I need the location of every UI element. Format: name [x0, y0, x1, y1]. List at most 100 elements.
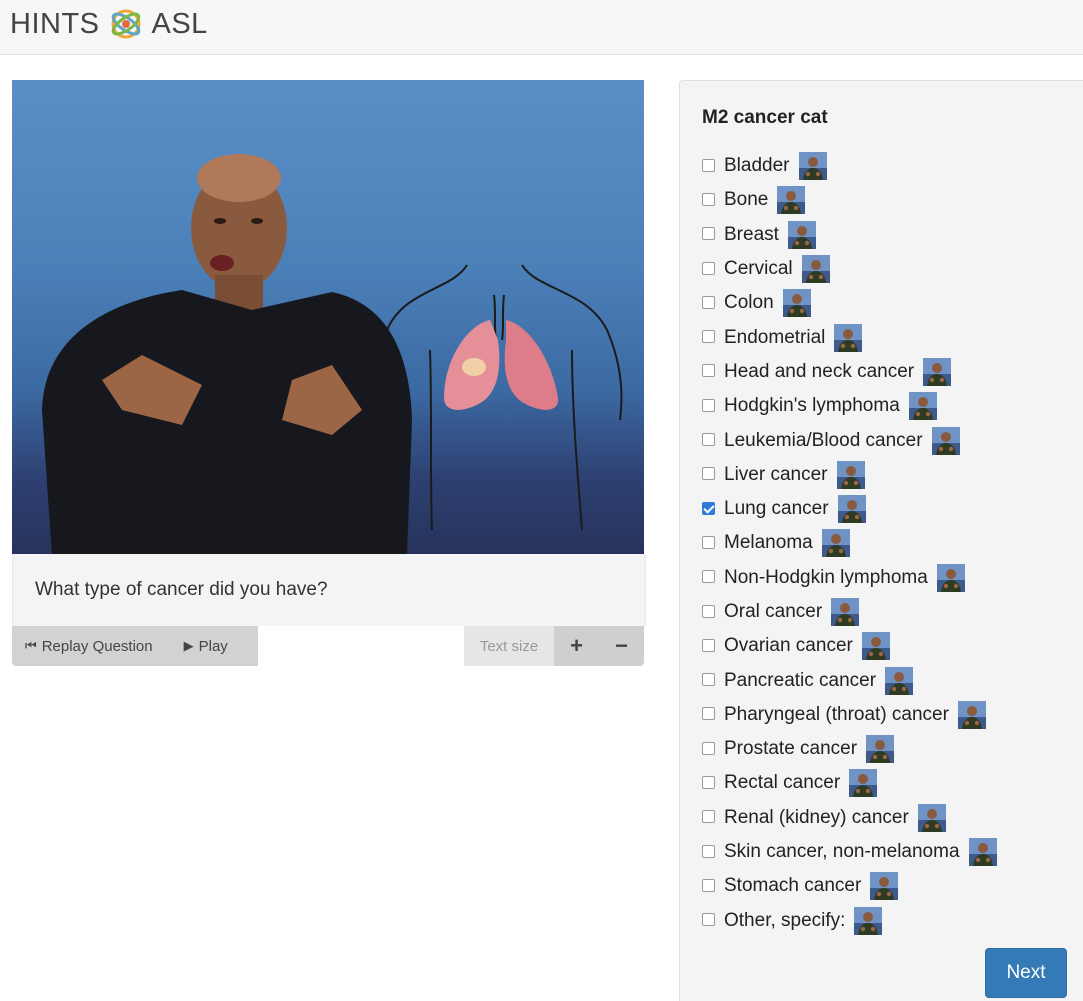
- option-label[interactable]: Hodgkin's lymphoma: [724, 395, 900, 417]
- asl-sign-video-icon[interactable]: [957, 700, 986, 729]
- option-checkbox[interactable]: [702, 913, 715, 927]
- asl-sign-video-icon[interactable]: [831, 598, 860, 626]
- option-checkbox[interactable]: [702, 192, 715, 206]
- brand-logo-link[interactable]: HINTS ASL: [10, 6, 208, 42]
- option-row[interactable]: Liver cancer: [702, 458, 997, 492]
- option-row[interactable]: Bone: [702, 183, 997, 217]
- option-row[interactable]: Prostate cancer: [702, 732, 997, 766]
- option-label[interactable]: Stomach cancer: [724, 875, 861, 897]
- asl-sign-video-icon[interactable]: [798, 152, 827, 181]
- option-label[interactable]: Other, specify:: [724, 910, 845, 932]
- option-label[interactable]: Cervical: [724, 258, 793, 280]
- option-checkbox[interactable]: [702, 810, 715, 824]
- option-label[interactable]: Colon: [724, 292, 774, 314]
- option-checkbox[interactable]: [702, 638, 715, 652]
- option-row[interactable]: Cervical: [702, 252, 997, 286]
- option-row[interactable]: Head and neck cancer: [702, 355, 997, 389]
- option-label[interactable]: Lung cancer: [724, 498, 829, 520]
- next-button[interactable]: Next: [985, 948, 1067, 998]
- replay-question-button[interactable]: ⏮ Replay Question: [25, 638, 153, 655]
- option-checkbox[interactable]: [702, 398, 715, 412]
- option-row[interactable]: Pharyngeal (throat) cancer: [702, 698, 997, 732]
- option-label[interactable]: Endometrial: [724, 327, 825, 349]
- asl-sign-video-icon[interactable]: [821, 529, 850, 558]
- asl-sign-video-icon[interactable]: [870, 872, 899, 901]
- option-label[interactable]: Pharyngeal (throat) cancer: [724, 704, 949, 726]
- option-checkbox[interactable]: [702, 330, 715, 344]
- option-checkbox[interactable]: [702, 261, 715, 275]
- asl-sign-video-icon[interactable]: [782, 289, 811, 318]
- asl-video-player[interactable]: [12, 80, 644, 554]
- option-checkbox[interactable]: [702, 295, 715, 309]
- asl-sign-video-icon[interactable]: [968, 838, 997, 867]
- option-checkbox[interactable]: [702, 433, 715, 447]
- asl-sign-video-icon[interactable]: [836, 460, 865, 489]
- option-label[interactable]: Breast: [724, 224, 779, 246]
- option-row[interactable]: Non-Hodgkin lymphoma: [702, 561, 997, 595]
- option-row[interactable]: Melanoma: [702, 526, 997, 560]
- option-label[interactable]: Prostate cancer: [724, 738, 857, 760]
- option-checkbox[interactable]: [702, 364, 715, 378]
- option-label[interactable]: Non-Hodgkin lymphoma: [724, 567, 928, 589]
- option-checkbox[interactable]: [702, 604, 715, 618]
- option-checkbox[interactable]: [702, 775, 715, 789]
- asl-sign-video-icon[interactable]: [849, 769, 878, 798]
- option-row[interactable]: Skin cancer, non-melanoma: [702, 835, 997, 869]
- asl-sign-video-icon[interactable]: [801, 255, 830, 284]
- option-checkbox[interactable]: [702, 844, 715, 858]
- asl-sign-video-icon[interactable]: [923, 357, 952, 386]
- asl-sign-video-icon[interactable]: [931, 426, 960, 455]
- option-label[interactable]: Renal (kidney) cancer: [724, 807, 909, 829]
- option-row[interactable]: Oral cancer: [702, 595, 997, 629]
- option-checkbox[interactable]: [702, 501, 715, 515]
- play-button[interactable]: ▶ Play: [184, 638, 228, 655]
- asl-sign-video-icon[interactable]: [837, 495, 866, 524]
- asl-sign-video-icon[interactable]: [861, 632, 890, 661]
- option-label[interactable]: Skin cancer, non-melanoma: [724, 841, 960, 863]
- decrease-text-size-button[interactable]: −: [599, 626, 644, 666]
- option-checkbox[interactable]: [702, 741, 715, 755]
- option-row[interactable]: Stomach cancer: [702, 869, 997, 903]
- option-row[interactable]: Bladder: [702, 149, 997, 183]
- option-row[interactable]: Leukemia/Blood cancer: [702, 423, 997, 457]
- option-checkbox[interactable]: [702, 467, 715, 481]
- option-label[interactable]: Melanoma: [724, 532, 813, 554]
- option-label[interactable]: Oral cancer: [724, 601, 822, 623]
- option-checkbox[interactable]: [702, 535, 715, 549]
- option-label[interactable]: Head and neck cancer: [724, 361, 914, 383]
- option-row[interactable]: Pancreatic cancer: [702, 663, 997, 697]
- option-row[interactable]: Lung cancer: [702, 492, 997, 526]
- increase-text-size-button[interactable]: +: [554, 626, 599, 666]
- option-row[interactable]: Hodgkin's lymphoma: [702, 389, 997, 423]
- option-checkbox[interactable]: [702, 158, 715, 172]
- asl-sign-video-icon[interactable]: [908, 392, 937, 421]
- option-row[interactable]: Other, specify:: [702, 904, 997, 938]
- asl-sign-video-icon[interactable]: [777, 186, 806, 215]
- option-label[interactable]: Pancreatic cancer: [724, 670, 876, 692]
- option-row[interactable]: Rectal cancer: [702, 766, 997, 800]
- top-navbar: HINTS ASL: [0, 0, 1083, 55]
- asl-sign-video-icon[interactable]: [834, 323, 863, 352]
- option-checkbox[interactable]: [702, 878, 715, 892]
- asl-sign-video-icon[interactable]: [885, 666, 914, 695]
- option-row[interactable]: Colon: [702, 286, 997, 320]
- option-label[interactable]: Rectal cancer: [724, 772, 840, 794]
- option-label[interactable]: Bone: [724, 189, 768, 211]
- asl-sign-video-icon[interactable]: [936, 563, 965, 592]
- option-checkbox[interactable]: [702, 673, 715, 687]
- asl-sign-video-icon[interactable]: [866, 735, 895, 764]
- option-label[interactable]: Bladder: [724, 155, 790, 177]
- asl-sign-video-icon[interactable]: [854, 906, 883, 935]
- option-checkbox[interactable]: [702, 570, 715, 584]
- asl-sign-video-icon[interactable]: [917, 803, 946, 832]
- option-row[interactable]: Breast: [702, 218, 997, 252]
- asl-sign-video-icon[interactable]: [787, 220, 816, 249]
- option-row[interactable]: Endometrial: [702, 320, 997, 354]
- option-row[interactable]: Renal (kidney) cancer: [702, 801, 997, 835]
- option-label[interactable]: Ovarian cancer: [724, 635, 853, 657]
- option-label[interactable]: Liver cancer: [724, 464, 828, 486]
- option-row[interactable]: Ovarian cancer: [702, 629, 997, 663]
- option-label[interactable]: Leukemia/Blood cancer: [724, 430, 923, 452]
- option-checkbox[interactable]: [702, 227, 715, 241]
- option-checkbox[interactable]: [702, 707, 715, 721]
